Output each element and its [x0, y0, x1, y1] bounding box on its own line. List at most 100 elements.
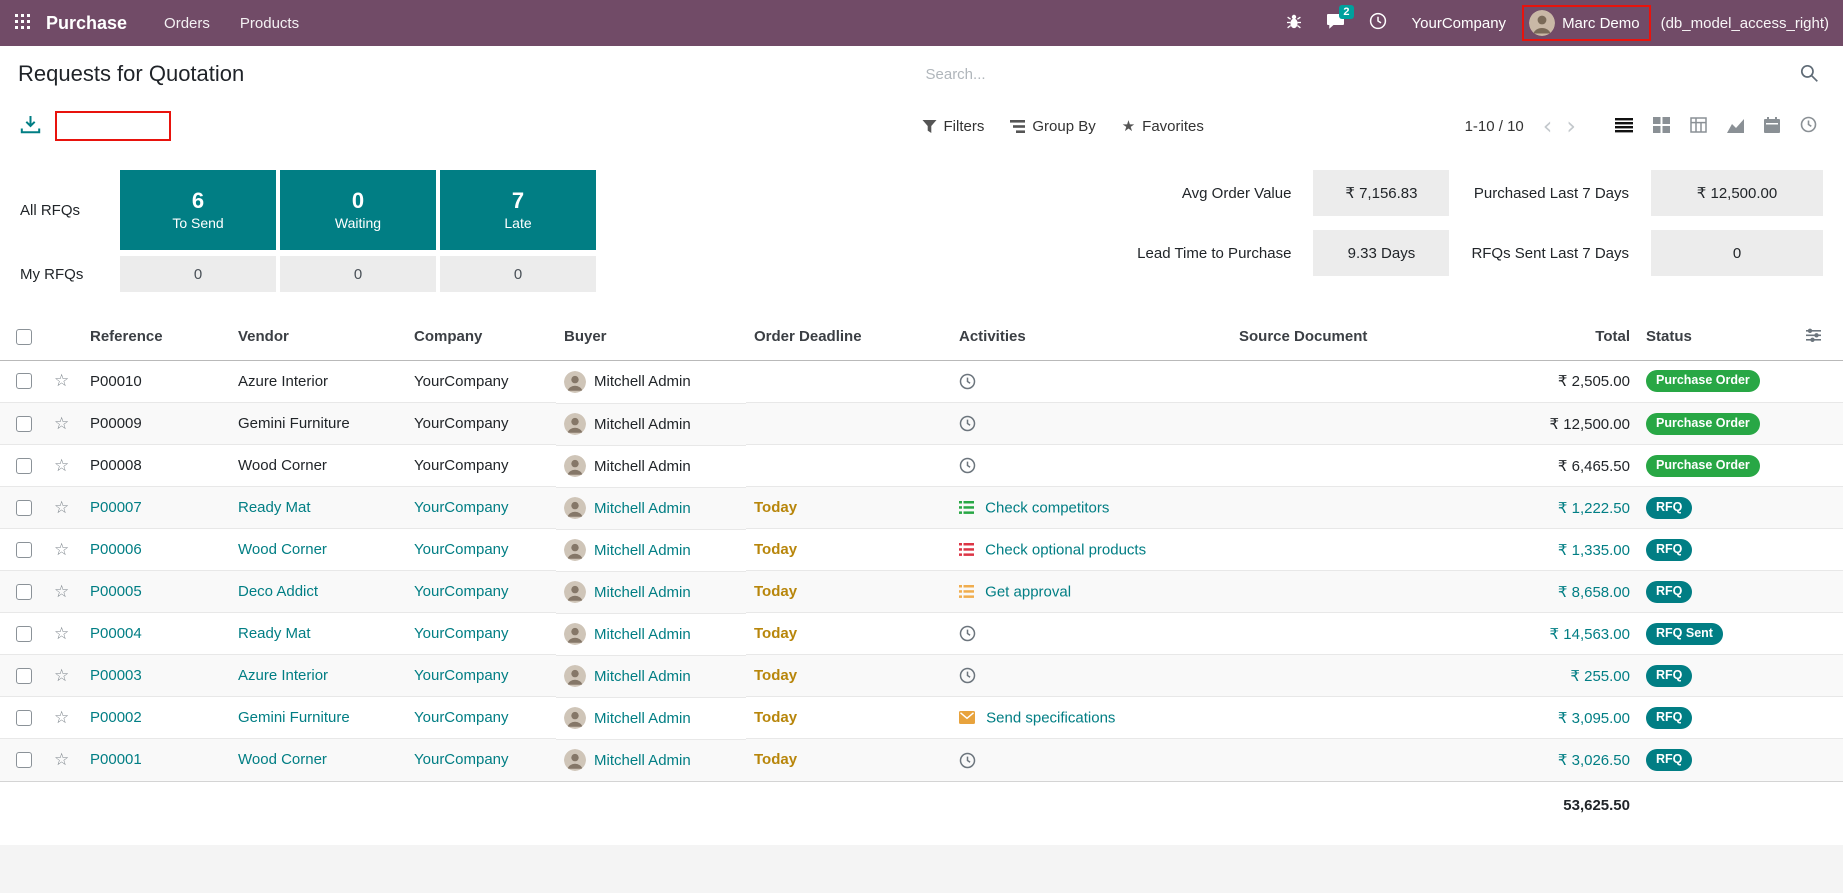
purchased-last-7-days[interactable]: ₹ 12,500.00: [1651, 170, 1823, 216]
reference-cell[interactable]: P00002: [82, 696, 230, 739]
all-rfqs-link[interactable]: All RFQs: [20, 202, 116, 219]
table-row[interactable]: ☆ P00001 Wood Corner YourCompany Mitchel…: [0, 738, 1843, 781]
reference-cell[interactable]: P00007: [82, 486, 230, 529]
buyer-cell[interactable]: Mitchell Admin: [556, 570, 746, 613]
activity-clock-icon[interactable]: [959, 667, 976, 684]
buyer-cell[interactable]: Mitchell Admin: [556, 738, 746, 781]
row-checkbox[interactable]: [16, 541, 32, 558]
search-input[interactable]: [925, 65, 1785, 83]
reference-cell[interactable]: P00005: [82, 570, 230, 613]
table-row[interactable]: ☆ P00008 Wood Corner YourCompany Mitchel…: [0, 444, 1843, 487]
activities-cell[interactable]: [951, 654, 1231, 697]
favorite-star-icon[interactable]: ☆: [54, 582, 69, 601]
activity-tasks-icon[interactable]: [959, 585, 974, 599]
vendor-cell[interactable]: Ready Mat: [230, 486, 406, 529]
reference-cell[interactable]: P00010: [82, 360, 230, 403]
order-deadline-cell[interactable]: [746, 444, 951, 487]
vendor-cell[interactable]: Wood Corner: [230, 738, 406, 781]
company-cell[interactable]: YourCompany: [406, 444, 556, 487]
order-deadline-cell[interactable]: Today: [746, 570, 951, 613]
buyer-cell[interactable]: Mitchell Admin: [556, 402, 746, 445]
favorite-star-icon[interactable]: ☆: [54, 624, 69, 643]
my-to-send-value[interactable]: 0: [120, 256, 276, 292]
activities-cell[interactable]: [951, 402, 1231, 445]
activity-label[interactable]: Check competitors: [985, 499, 1109, 516]
view-list-button[interactable]: [1607, 112, 1641, 141]
activities-cell[interactable]: Send specifications: [951, 696, 1231, 739]
buyer-cell[interactable]: Mitchell Admin: [556, 654, 746, 697]
activities-cell[interactable]: Get approval: [951, 570, 1231, 613]
reference-cell[interactable]: P00006: [82, 528, 230, 571]
column-header-reference[interactable]: Reference: [82, 314, 230, 361]
favorite-star-icon[interactable]: ☆: [54, 414, 69, 433]
company-cell[interactable]: YourCompany: [406, 528, 556, 571]
activities-cell[interactable]: [951, 360, 1231, 403]
vendor-cell[interactable]: Azure Interior: [230, 360, 406, 403]
apps-menu-button[interactable]: [0, 0, 44, 46]
pager-next-button[interactable]: ›: [1561, 114, 1581, 138]
debug-button[interactable]: [1275, 0, 1313, 46]
my-late-value[interactable]: 0: [440, 256, 596, 292]
view-calendar-button[interactable]: [1756, 112, 1788, 141]
company-cell[interactable]: YourCompany: [406, 402, 556, 445]
nav-menu-orders[interactable]: Orders: [149, 0, 225, 46]
buyer-cell[interactable]: Mitchell Admin: [556, 528, 746, 571]
activities-cell[interactable]: [951, 738, 1231, 781]
order-deadline-cell[interactable]: [746, 360, 951, 403]
activity-clock-icon[interactable]: [959, 625, 976, 642]
company-cell[interactable]: YourCompany: [406, 696, 556, 739]
order-deadline-cell[interactable]: Today: [746, 612, 951, 655]
card-late[interactable]: 7 Late: [440, 170, 596, 250]
activities-cell[interactable]: [951, 444, 1231, 487]
row-checkbox[interactable]: [16, 625, 32, 642]
table-row[interactable]: ☆ P00003 Azure Interior YourCompany Mitc…: [0, 654, 1843, 697]
view-kanban-button[interactable]: [1645, 112, 1678, 141]
favorite-star-icon[interactable]: ☆: [54, 456, 69, 475]
order-deadline-cell[interactable]: Today: [746, 738, 951, 781]
activity-clock-icon[interactable]: [959, 415, 976, 432]
activity-clock-icon[interactable]: [959, 752, 976, 769]
table-row[interactable]: ☆ P00009 Gemini Furniture YourCompany Mi…: [0, 402, 1843, 445]
order-deadline-cell[interactable]: Today: [746, 696, 951, 739]
optional-columns-button[interactable]: [1804, 326, 1823, 347]
row-checkbox[interactable]: [16, 499, 32, 516]
activity-tasks-icon[interactable]: [959, 501, 974, 515]
pager-previous-button[interactable]: ‹: [1538, 114, 1558, 138]
table-row[interactable]: ☆ P00004 Ready Mat YourCompany Mitchell …: [0, 612, 1843, 655]
company-cell[interactable]: YourCompany: [406, 486, 556, 529]
company-cell[interactable]: YourCompany: [406, 738, 556, 781]
activities-cell[interactable]: Check competitors: [951, 486, 1231, 529]
view-activity-button[interactable]: [1792, 111, 1825, 141]
order-deadline-cell[interactable]: Today: [746, 528, 951, 571]
avg-order-value[interactable]: ₹ 7,156.83: [1313, 170, 1450, 216]
vendor-cell[interactable]: Gemini Furniture: [230, 402, 406, 445]
reference-cell[interactable]: P00008: [82, 444, 230, 487]
order-deadline-cell[interactable]: Today: [746, 654, 951, 697]
row-checkbox[interactable]: [16, 709, 32, 726]
favorite-star-icon[interactable]: ☆: [54, 750, 69, 769]
group-by-button[interactable]: Group By: [1010, 118, 1096, 135]
lead-time-value[interactable]: 9.33 Days: [1313, 230, 1450, 276]
activity-label[interactable]: Send specifications: [986, 709, 1115, 726]
card-waiting[interactable]: 0 Waiting: [280, 170, 436, 250]
buyer-cell[interactable]: Mitchell Admin: [556, 444, 746, 487]
activity-clock-icon[interactable]: [959, 373, 976, 390]
column-header-order-deadline[interactable]: Order Deadline: [746, 314, 951, 361]
reference-cell[interactable]: P00009: [82, 402, 230, 445]
activities-cell[interactable]: Check optional products: [951, 528, 1231, 571]
company-cell[interactable]: YourCompany: [406, 570, 556, 613]
download-button[interactable]: [18, 113, 43, 139]
reference-cell[interactable]: P00004: [82, 612, 230, 655]
column-header-total[interactable]: Total: [1481, 314, 1638, 361]
buyer-cell[interactable]: Mitchell Admin: [556, 612, 746, 655]
column-header-source-document[interactable]: Source Document: [1231, 314, 1481, 361]
company-switcher[interactable]: YourCompany: [1400, 15, 1519, 32]
reference-cell[interactable]: P00001: [82, 738, 230, 781]
table-row[interactable]: ☆ P00002 Gemini Furniture YourCompany Mi…: [0, 696, 1843, 739]
table-row[interactable]: ☆ P00006 Wood Corner YourCompany Mitchel…: [0, 528, 1843, 571]
order-deadline-cell[interactable]: Today: [746, 486, 951, 529]
user-menu[interactable]: Marc Demo: [1522, 5, 1651, 41]
buyer-cell[interactable]: Mitchell Admin: [556, 696, 746, 739]
activity-clock-icon[interactable]: [959, 457, 976, 474]
search-button[interactable]: [1793, 59, 1825, 90]
